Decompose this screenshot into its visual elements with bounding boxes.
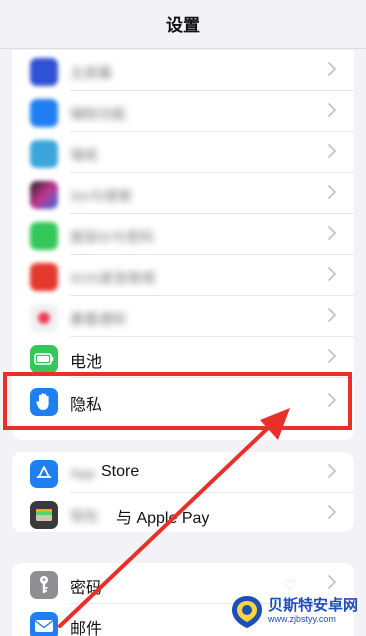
settings-row-home-screen[interactable]: 主屏幕 <box>12 50 354 91</box>
key-icon <box>30 571 58 599</box>
wallpaper-icon <box>30 140 58 168</box>
navigation-bar: 设置 <box>0 0 366 49</box>
chevron-right-icon <box>328 349 336 363</box>
home-screen-icon <box>30 58 58 86</box>
chevron-right-icon <box>328 575 336 589</box>
chevron-right-icon <box>328 267 336 281</box>
watermark-url: www.zjbstyy.com <box>268 614 336 624</box>
settings-row-wallet[interactable]: 钱包 与 Apple Pay <box>12 493 354 532</box>
chevron-right-icon <box>328 505 336 519</box>
settings-row-label-blurred: 钱包 <box>70 508 98 524</box>
chevron-right-icon <box>328 464 336 478</box>
sos-icon <box>30 263 58 291</box>
settings-screen: 设置 主屏幕 辅助功能 墙纸 Siri与搜索 面容ID与密码 SOS紧急联络 暴… <box>0 0 366 636</box>
settings-row-wallpaper[interactable]: 墙纸 <box>12 132 354 173</box>
settings-row-label: 面容ID与密码 <box>70 229 154 245</box>
settings-row-label: 墙纸 <box>70 147 98 163</box>
accessibility-icon <box>30 99 58 127</box>
watermark-logo: 贝斯特安卓网 www.zjbstyy.com <box>230 592 362 632</box>
siri-icon <box>30 181 58 209</box>
highlight-box <box>3 372 352 430</box>
face-id-icon <box>30 222 58 250</box>
settings-row-label: 辅助功能 <box>70 106 126 122</box>
settings-row-label: 主屏幕 <box>70 65 112 81</box>
mail-icon <box>30 612 58 636</box>
wallet-icon <box>30 501 58 529</box>
settings-row-label: SOS紧急联络 <box>70 270 156 286</box>
settings-row-label: Store <box>101 463 140 480</box>
exposure-notification-icon <box>30 304 58 332</box>
settings-row-sos[interactable]: SOS紧急联络 <box>12 255 354 296</box>
watermark-icon <box>232 596 262 628</box>
chevron-right-icon <box>328 308 336 322</box>
settings-row-label: 暴露通知 <box>70 311 126 327</box>
settings-row-face-id[interactable]: 面容ID与密码 <box>12 214 354 255</box>
chevron-right-icon <box>328 144 336 158</box>
page-title: 设置 <box>166 15 200 35</box>
settings-row-label: 与 Apple Pay <box>116 510 210 527</box>
settings-row-siri[interactable]: Siri与搜索 <box>12 173 354 214</box>
chevron-right-icon <box>328 62 336 76</box>
chevron-right-icon <box>328 185 336 199</box>
chevron-right-icon <box>328 103 336 117</box>
watermark-title: 贝斯特安卓网 <box>268 597 359 614</box>
settings-row-label: 邮件 <box>70 621 103 636</box>
settings-row-label: 电池 <box>70 354 103 371</box>
settings-row-app-store[interactable]: App Store <box>12 452 354 493</box>
battery-icon <box>30 345 58 373</box>
settings-row-label: Siri与搜索 <box>70 188 133 204</box>
settings-group-store: App Store 钱包 与 Apple Pay <box>12 452 354 532</box>
settings-row-accessibility[interactable]: 辅助功能 <box>12 91 354 132</box>
settings-row-label-blurred: App <box>70 465 95 481</box>
chevron-right-icon <box>328 226 336 240</box>
settings-row-label: 密码 <box>70 580 103 597</box>
settings-row-exposure[interactable]: 暴露通知 <box>12 296 354 337</box>
app-store-icon <box>30 460 58 488</box>
